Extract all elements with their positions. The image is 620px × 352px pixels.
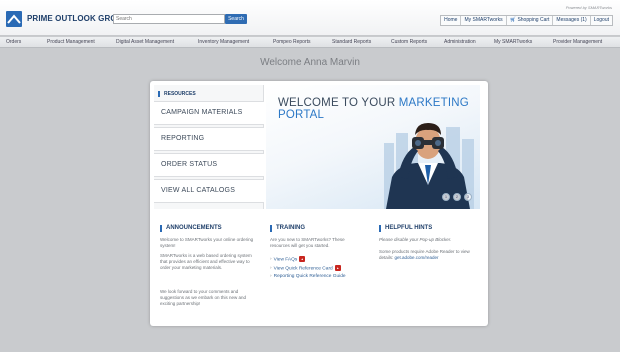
carousel-dot-1[interactable]: 1	[442, 193, 450, 201]
hints-popup-text: Please disable your Pop-up Blocker.	[379, 237, 452, 242]
nav-my-smartworks[interactable]: My SMARTworks	[494, 39, 532, 45]
powered-by-label: Powered by SMARTworks	[565, 5, 612, 10]
announcements-title: ANNOUNCEMENTS	[160, 225, 222, 232]
hints-adobe-text: Some products require Adobe Reader to vi…	[379, 249, 479, 261]
top-header: PRIME OUTLOOK GROUP Search Powered by SM…	[0, 0, 620, 36]
nav-orders[interactable]: Orders	[6, 39, 21, 45]
my-smartworks-link[interactable]: My SMARTworks	[461, 16, 507, 25]
bullet-arrow-icon: ›	[270, 274, 272, 279]
nav-digital-asset-management[interactable]: Digital Asset Management	[116, 39, 174, 45]
nav-custom-reports[interactable]: Custom Reports	[391, 39, 427, 45]
logout-link[interactable]: Logout	[591, 16, 612, 25]
banner-illustration	[384, 123, 474, 209]
view-faqs-link[interactable]: › View FAQs ▲	[270, 256, 306, 263]
reporting-guide-link[interactable]: › Reporting Quick Reference Guide	[270, 274, 346, 280]
view-all-catalogs-link[interactable]: VIEW ALL CATALOGS	[154, 179, 264, 203]
bullet-arrow-icon: ›	[270, 266, 272, 272]
announcements-text-2: SMARTworks is a web based ordering syste…	[160, 253, 252, 270]
quick-reference-card-label: View Quick Reference Card	[273, 266, 333, 272]
welcome-banner: WELCOME TO YOUR MARKETING PORTAL 1 2 3	[266, 85, 480, 209]
brand-logo-icon[interactable]	[6, 11, 22, 27]
nav-standard-reports[interactable]: Standard Reports	[332, 39, 371, 45]
messages-link[interactable]: Messages (1)	[553, 16, 591, 25]
quick-reference-card-link[interactable]: › View Quick Reference Card ▲	[270, 265, 341, 272]
nav-provider-management[interactable]: Provider Management	[553, 39, 602, 45]
nav-inventory-management[interactable]: Inventory Management	[198, 39, 249, 45]
portal-card: RESOURCES CAMPAIGN MATERIALS REPORTING O…	[150, 81, 488, 326]
adobe-reader-link[interactable]: get.adobe.com/reader	[395, 255, 439, 260]
view-faqs-label: View FAQs	[273, 257, 298, 263]
search-input[interactable]	[113, 14, 225, 24]
carousel-dot-2[interactable]: 2	[453, 193, 461, 201]
helpful-hints-title: HELPFUL HINTS	[379, 225, 432, 232]
user-nav: Home My SMARTworks 🛒︎ Shopping Cart Mess…	[440, 15, 613, 26]
resources-panel: RESOURCES CAMPAIGN MATERIALS REPORTING O…	[154, 85, 264, 209]
shopping-cart-label: Shopping Cart	[517, 17, 550, 23]
search-button[interactable]: Search	[225, 14, 247, 24]
announcements-text-3: We look forward to your comments and sug…	[160, 289, 247, 306]
announcements-text-1: Welcome to SMARTworks your online orderi…	[160, 237, 254, 248]
training-intro: Are you new to SMARTworks? These resourc…	[270, 237, 345, 248]
carousel-controls: 1 2 3	[442, 193, 472, 201]
training-title: TRAINING	[270, 225, 305, 232]
nav-administration[interactable]: Administration	[444, 39, 476, 45]
cart-icon: 🛒︎	[509, 17, 517, 23]
bullet-arrow-icon: ›	[270, 257, 272, 263]
main-nav: Orders Product Management Digital Asset …	[0, 37, 620, 48]
nav-product-management[interactable]: Product Management	[47, 39, 95, 45]
nav-pompeo-reports[interactable]: Pompeo Reports	[273, 39, 311, 45]
reporting-link[interactable]: REPORTING	[154, 127, 264, 151]
welcome-message: Welcome Anna Marvin	[260, 57, 360, 68]
home-link[interactable]: Home	[441, 16, 462, 25]
reporting-guide-label: Reporting Quick Reference Guide	[273, 274, 346, 279]
resources-title: RESOURCES	[158, 91, 196, 97]
order-status-link[interactable]: ORDER STATUS	[154, 153, 264, 177]
shopping-cart-link[interactable]: 🛒︎ Shopping Cart	[507, 16, 554, 25]
carousel-dot-3[interactable]: 3	[464, 193, 472, 201]
pdf-icon: ▲	[334, 265, 341, 271]
campaign-materials-link[interactable]: CAMPAIGN MATERIALS	[154, 101, 264, 125]
pdf-icon: ▲	[299, 256, 306, 262]
